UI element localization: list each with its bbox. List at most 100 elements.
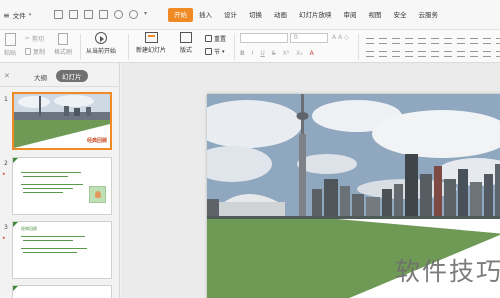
corner-triangle-icon	[13, 286, 18, 291]
bold-icon[interactable]: B	[240, 50, 245, 57]
chevron-down-icon: ▾	[222, 48, 225, 55]
shape-fill-icon[interactable]	[444, 51, 452, 57]
font-name-select[interactable]	[240, 33, 288, 43]
columns-icon[interactable]	[444, 38, 452, 44]
align-left-icon[interactable]	[366, 51, 374, 57]
file-menu[interactable]: ≡ 文件 ▾	[3, 10, 31, 21]
superscript-icon[interactable]: X²	[283, 50, 290, 57]
divider	[128, 34, 129, 60]
find-icon[interactable]	[483, 51, 491, 57]
open-folder-icon[interactable]	[54, 10, 63, 19]
close-icon[interactable]: ✕	[4, 72, 10, 80]
print-preview-icon[interactable]	[99, 10, 108, 19]
subscript-icon[interactable]: X₂	[296, 50, 303, 57]
current-slide[interactable]: 软件技巧	[207, 94, 500, 298]
section-label: 节	[214, 49, 221, 56]
tab-security[interactable]: 安全	[388, 8, 413, 22]
reset-button[interactable]: 重置	[205, 34, 226, 43]
paragraph-buttons-top	[366, 38, 500, 44]
copy-button[interactable]: 复制	[25, 47, 45, 56]
layout-icon	[180, 32, 192, 43]
ribbon-toolbar: 粘贴 ✂ 剪切 复制 格式刷 从当前开始 新建幻灯片 版式 重置 节 ▾ 0 A…	[0, 30, 500, 63]
slide-number: 3	[4, 224, 8, 231]
thumbnail-image	[89, 186, 106, 203]
font-size-value: 0	[294, 34, 298, 41]
corner-triangle-icon	[13, 222, 18, 227]
tab-view[interactable]: 视图	[363, 8, 388, 22]
strikethrough-icon[interactable]: S	[272, 50, 276, 57]
tab-insert[interactable]: 插入	[193, 8, 218, 22]
text-line	[23, 240, 73, 241]
select-icon[interactable]	[496, 51, 500, 57]
slide-thumbnail-4[interactable]	[12, 285, 112, 298]
align-text-icon[interactable]	[483, 38, 491, 44]
tab-review[interactable]: 审阅	[338, 8, 363, 22]
decrease-indent-icon[interactable]	[392, 38, 400, 44]
numbering-icon[interactable]	[379, 38, 387, 44]
text-direction-icon[interactable]	[431, 38, 439, 44]
tab-cloud[interactable]: 云服务	[413, 8, 445, 22]
print-icon[interactable]	[84, 10, 93, 19]
file-menu-label: 文件	[12, 12, 26, 20]
convert-icon[interactable]	[457, 38, 465, 44]
font-shrink-icon: A	[338, 34, 343, 41]
align-center-icon[interactable]	[379, 51, 387, 57]
new-slide-label: 新建幻灯片	[136, 47, 167, 54]
slide-thumbnail-1[interactable]: 经典回顾	[12, 92, 112, 150]
smartart-icon[interactable]	[470, 38, 478, 44]
align-right-icon[interactable]	[392, 51, 400, 57]
tab-transitions[interactable]: 切换	[243, 8, 268, 22]
textbox-icon[interactable]	[496, 38, 500, 44]
reset-icon	[205, 35, 212, 42]
italic-icon[interactable]: I	[252, 50, 254, 57]
from-current-button[interactable]: 从当前开始	[86, 32, 116, 55]
tab-home[interactable]: 开始	[168, 8, 193, 22]
vertical-align-icon[interactable]	[431, 51, 439, 57]
undo-icon[interactable]	[114, 10, 123, 19]
font-size-select[interactable]: 0	[290, 33, 328, 43]
paste-button[interactable]: 粘贴	[4, 33, 16, 57]
slide-number: 1	[4, 96, 8, 103]
underline-icon[interactable]: U	[260, 50, 264, 57]
corner-triangle-icon	[13, 158, 18, 163]
font-color-icon[interactable]: A	[310, 50, 314, 57]
bullets-icon[interactable]	[366, 38, 374, 44]
slide-editor[interactable]: 软件技巧	[121, 63, 500, 298]
cut-button[interactable]: ✂ 剪切	[25, 34, 44, 43]
font-grow-shrink[interactable]: A A ◇	[332, 34, 349, 41]
arrange-icon[interactable]	[470, 51, 478, 57]
new-slide-button[interactable]: 新建幻灯片	[136, 32, 166, 54]
layout-button[interactable]: 版式	[180, 32, 192, 54]
section-button[interactable]: 节 ▾	[205, 47, 225, 56]
redo-icon[interactable]	[129, 10, 138, 19]
save-icon[interactable]	[69, 10, 78, 19]
copy-icon	[25, 48, 31, 55]
clear-format-icon: ◇	[344, 34, 349, 41]
tab-animations[interactable]: 动画	[268, 8, 293, 22]
watermark-text: 软件技巧	[394, 257, 500, 286]
tab-design[interactable]: 设计	[218, 8, 243, 22]
format-painter-button[interactable]: 格式刷	[54, 33, 72, 56]
tab-outline[interactable]: 大纲	[34, 72, 47, 82]
distribute-icon[interactable]	[418, 51, 426, 57]
justify-icon[interactable]	[405, 51, 413, 57]
thumbnail-title: 经典回顾	[86, 138, 107, 144]
ribbon-tabs: 开始 插入 设计 切换 动画 幻灯片放映 审阅 视图 安全 云服务	[168, 8, 444, 22]
customize-toolbar-icon[interactable]: ▾	[144, 10, 153, 19]
slide-thumbnail-3[interactable]: 经典回顾	[12, 221, 112, 279]
layout-label: 版式	[180, 47, 193, 54]
tab-slides[interactable]: 幻灯片	[56, 70, 88, 82]
text-line	[21, 172, 81, 173]
font-grow-icon: A	[332, 34, 337, 41]
tab-slideshow[interactable]: 幻灯片放映	[293, 8, 338, 22]
text-line	[21, 184, 83, 185]
cut-label: 剪切	[32, 36, 45, 43]
slide-thumbnail-2[interactable]	[12, 157, 112, 215]
animation-star-icon: ★	[2, 171, 6, 176]
shape-outline-icon[interactable]	[457, 51, 465, 57]
menubar: ≡ 文件 ▾ ▾ 开始 插入 设计 切换 动画 幻灯片放映 审阅 视图 安全 云…	[0, 0, 500, 30]
format-painter-label: 格式刷	[54, 49, 73, 56]
text-line	[21, 236, 85, 237]
line-spacing-icon[interactable]	[418, 38, 426, 44]
increase-indent-icon[interactable]	[405, 38, 413, 44]
